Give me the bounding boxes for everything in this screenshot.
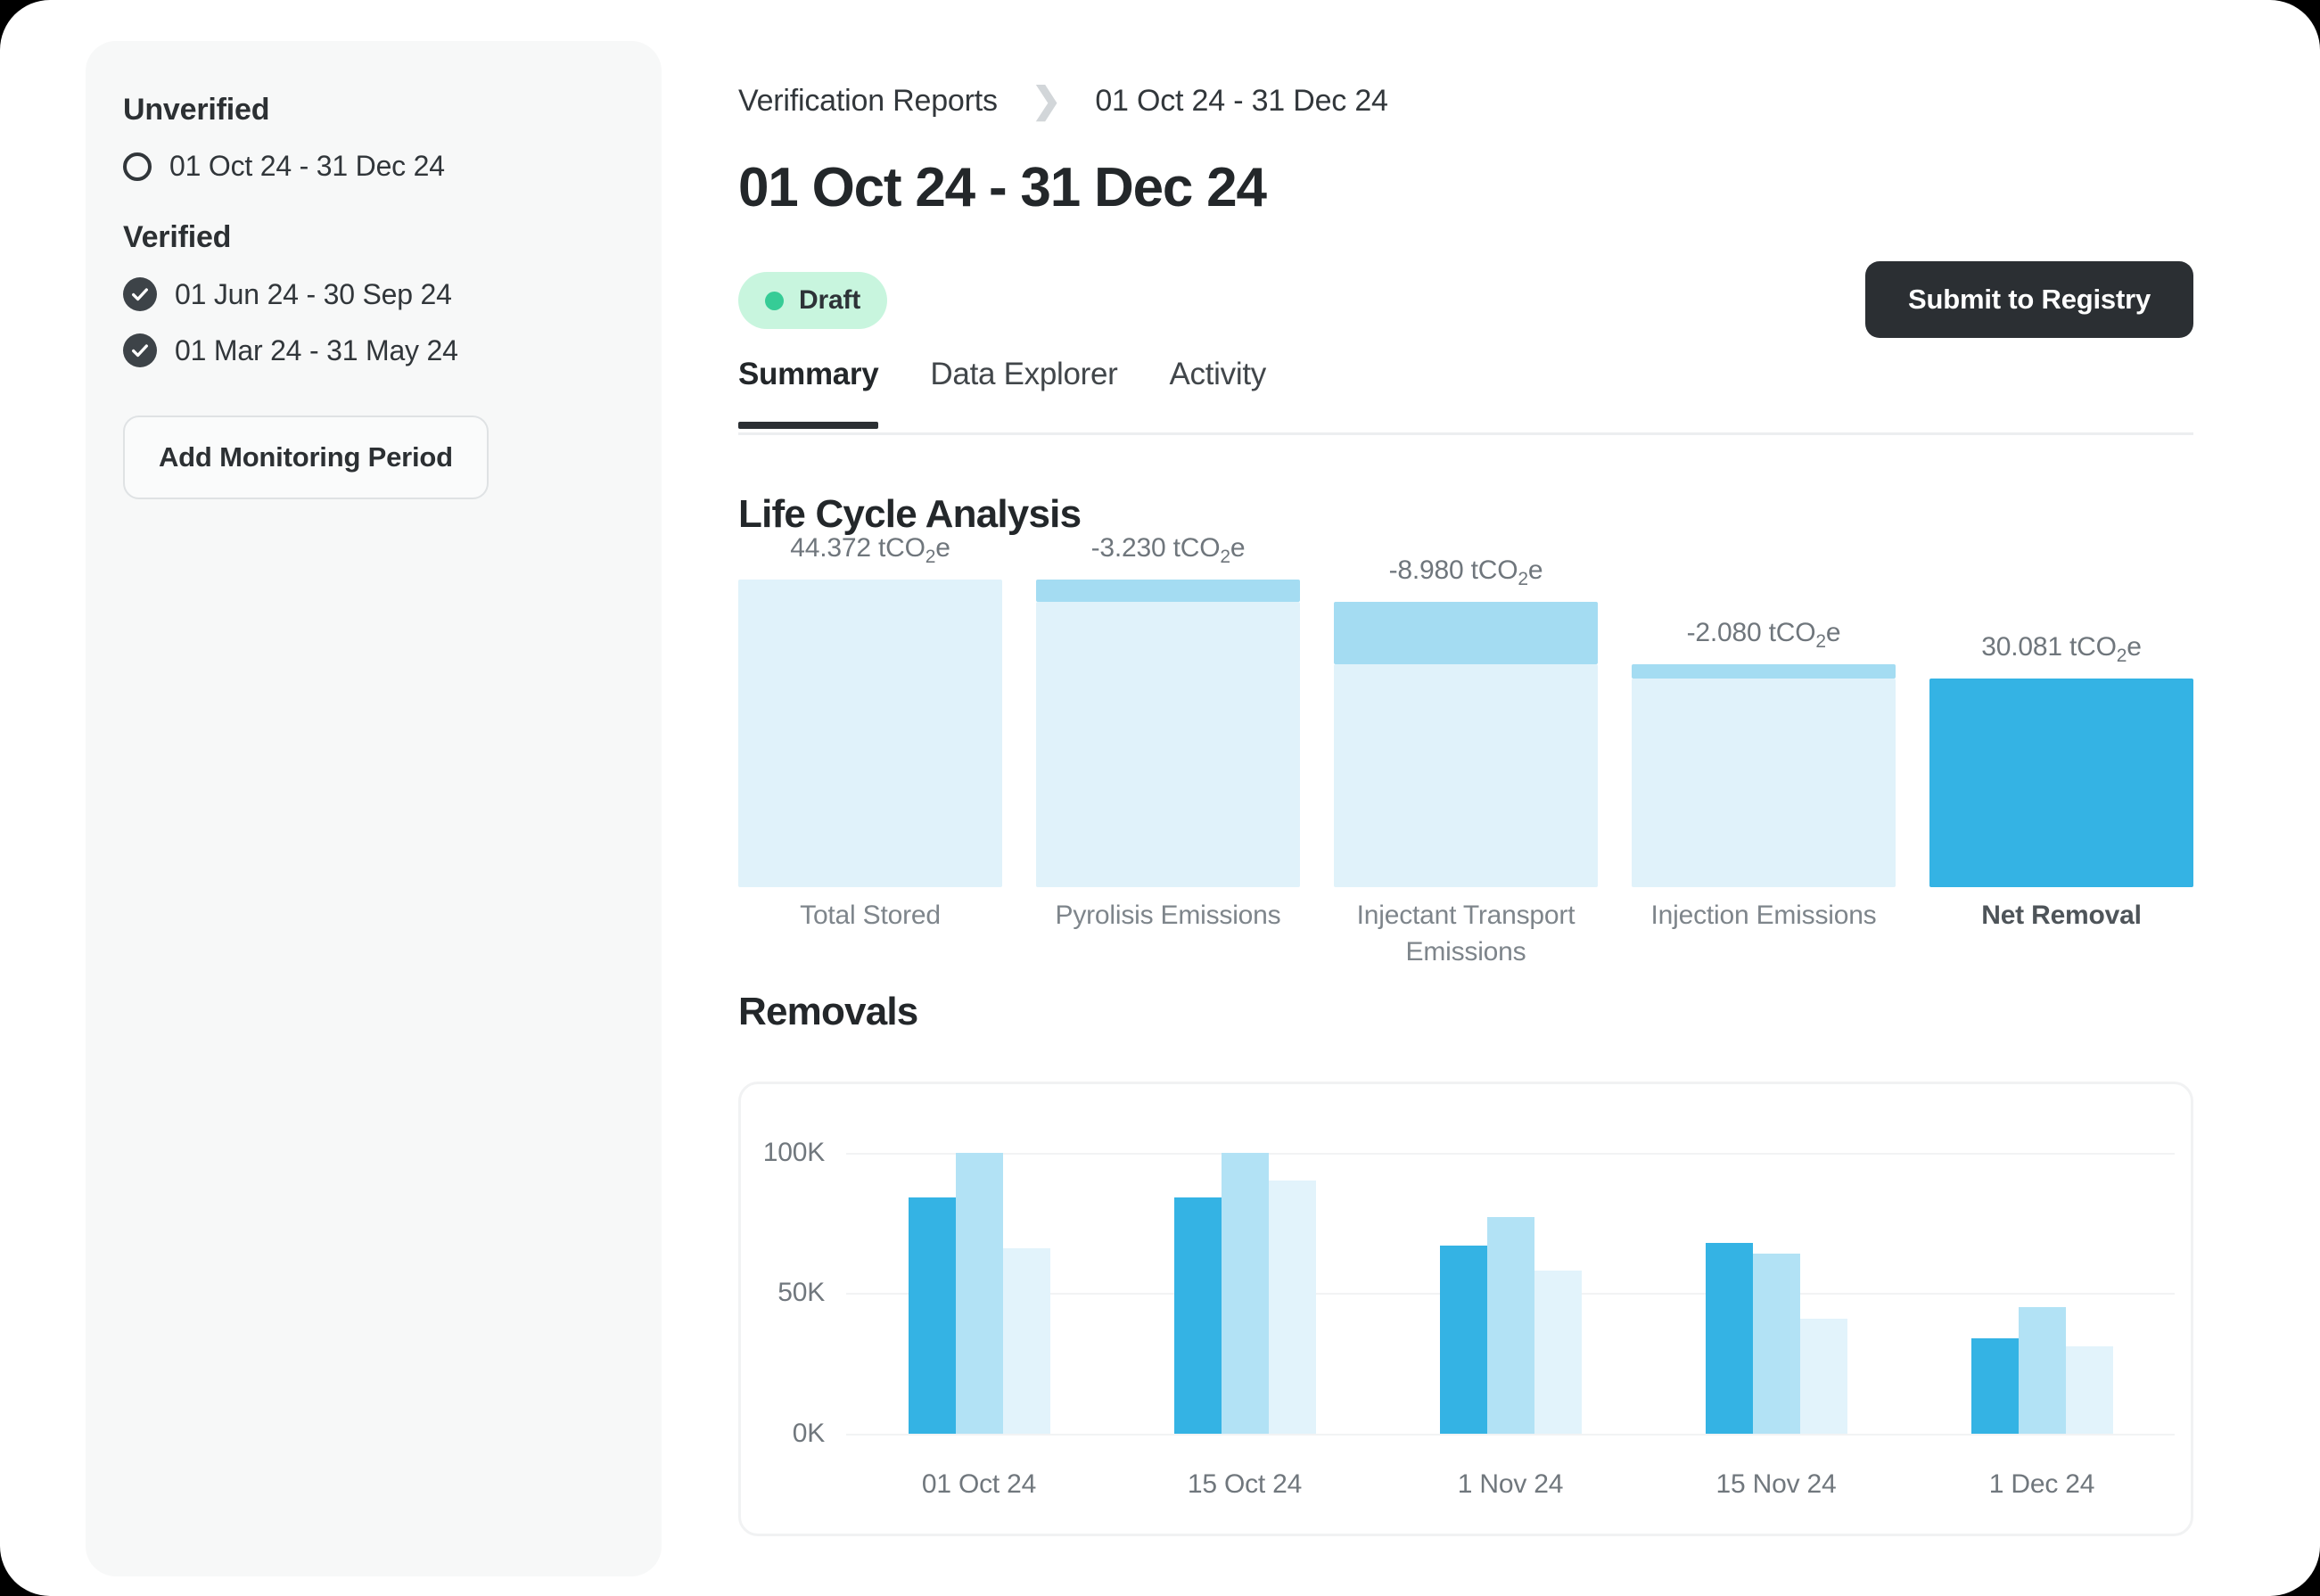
waterfall-value-label: -8.980 tCO2e (1388, 555, 1543, 590)
removals-bar[interactable] (1221, 1152, 1269, 1434)
removals-bar[interactable] (1705, 1242, 1753, 1434)
check-circle-icon (123, 277, 157, 311)
add-monitoring-period-button[interactable]: Add Monitoring Period (123, 415, 489, 499)
removals-bar-group: 1 Dec 24 (1909, 1124, 2175, 1499)
waterfall-bar-total (738, 580, 1002, 887)
app-window: Unverified 01 Oct 24 - 31 Dec 24 Verifie… (0, 0, 2320, 1596)
removals-bar[interactable] (1173, 1197, 1222, 1434)
status-dot-icon (765, 291, 784, 310)
waterfall-value-label: 30.081 tCO2e (1981, 632, 2142, 667)
removals-bar-group: 15 Oct 24 (1112, 1124, 1378, 1499)
waterfall-bar-delta (1632, 663, 1896, 679)
waterfall-bar-remainder (1036, 602, 1300, 887)
monitoring-period-label: 01 Oct 24 - 31 Dec 24 (169, 150, 445, 182)
waterfall-value-label: -2.080 tCO2e (1686, 617, 1841, 652)
removals-bar-group: 01 Oct 24 (846, 1124, 1112, 1499)
y-axis-tick-label: 0K (792, 1419, 825, 1448)
breadcrumb: Verification Reports ❯ 01 Oct 24 - 31 De… (738, 83, 1388, 119)
sidebar-item-verified-1[interactable]: 01 Mar 24 - 31 May 24 (86, 333, 662, 367)
breadcrumb-item-current[interactable]: 01 Oct 24 - 31 Dec 24 (1095, 84, 1388, 119)
main-content: Verification Reports ❯ 01 Oct 24 - 31 De… (738, 0, 2320, 1596)
x-axis-tick-label: 15 Nov 24 (1715, 1469, 1837, 1499)
life-cycle-analysis-title: Life Cycle Analysis (738, 492, 1082, 536)
check-circle-icon (123, 333, 157, 367)
removals-bar[interactable] (1799, 1318, 1847, 1434)
x-axis-tick-label: 01 Oct 24 (921, 1469, 1037, 1499)
waterfall-column: -2.080 tCO2e Injection Emissions (1632, 580, 1896, 930)
waterfall-category-label: Pyrolisis Emissions (1055, 901, 1281, 930)
tab-activity[interactable]: Activity (1170, 357, 1267, 426)
waterfall-category-label: Injectant Transport Emissions (1356, 901, 1575, 967)
waterfall-column: -8.980 tCO2e Injectant Transport Emission… (1334, 555, 1598, 967)
removals-bar[interactable] (1268, 1181, 1316, 1434)
waterfall-column: 44.372 tCO2e Total Stored (738, 533, 1002, 930)
removals-bar[interactable] (955, 1152, 1003, 1434)
waterfall-bar-remainder (1334, 663, 1598, 887)
removals-bar[interactable] (1002, 1247, 1050, 1434)
tab-data-explorer[interactable]: Data Explorer (930, 357, 1117, 426)
verified-heading: Verified (123, 220, 232, 254)
waterfall-bar-net (1929, 679, 2193, 887)
removals-bar-group: 15 Nov 24 (1643, 1124, 1909, 1499)
submit-to-registry-button[interactable]: Submit to Registry (1865, 261, 2193, 338)
monitoring-periods-sidebar: Unverified 01 Oct 24 - 31 Dec 24 Verifie… (86, 41, 662, 1576)
removals-bar[interactable] (2065, 1346, 2113, 1434)
status-badge: Draft (738, 272, 888, 329)
removals-title: Removals (738, 990, 918, 1033)
waterfall-column: -3.230 tCO2e Pyrolisis Emissions (1036, 533, 1300, 930)
removals-bar[interactable] (1439, 1245, 1487, 1434)
gridline (846, 1434, 2175, 1436)
removals-bar[interactable] (1534, 1271, 1582, 1434)
sidebar-item-verified-0[interactable]: 01 Jun 24 - 30 Sep 24 (86, 277, 662, 311)
monitoring-period-label: 01 Jun 24 - 30 Sep 24 (175, 277, 452, 310)
tab-summary[interactable]: Summary (738, 357, 879, 429)
x-axis-tick-label: 1 Dec 24 (1988, 1469, 2095, 1499)
removals-bar[interactable] (1486, 1217, 1534, 1434)
waterfall-bar-delta (1334, 602, 1598, 664)
chevron-right-icon: ❯ (1031, 81, 1062, 120)
tab-bar: Summary Data Explorer Activity (738, 357, 2193, 435)
circle-unchecked-icon (123, 152, 152, 181)
waterfall-value-label: -3.230 tCO2e (1090, 533, 1246, 567)
waterfall-category-label: Net Removal (1981, 901, 2142, 930)
waterfall-bar-delta (1036, 580, 1300, 603)
waterfall-category-label: Total Stored (800, 901, 941, 930)
removals-bar-chart: 100K 50K 0K 01 Oct 24 15 Oct 24 1 Nov 24 15 No… (738, 1082, 2193, 1536)
monitoring-period-label: 01 Mar 24 - 31 May 24 (175, 333, 458, 366)
removals-bar-group: 1 Nov 24 (1378, 1124, 1643, 1499)
x-axis-tick-label: 1 Nov 24 (1457, 1469, 1564, 1499)
breadcrumb-item-reports[interactable]: Verification Reports (738, 84, 998, 119)
removals-plot-area: 100K 50K 0K 01 Oct 24 15 Oct 24 1 Nov 24 15 No… (763, 1124, 2175, 1499)
removals-bar[interactable] (1752, 1254, 1800, 1434)
sidebar-item-unverified-0[interactable]: 01 Oct 24 - 31 Dec 24 (86, 150, 662, 183)
y-axis-tick-label: 100K (762, 1137, 825, 1167)
removals-bar[interactable] (908, 1197, 956, 1434)
x-axis-tick-label: 15 Oct 24 (1187, 1469, 1303, 1499)
page-title: 01 Oct 24 - 31 Dec 24 (738, 157, 1267, 218)
life-cycle-analysis-waterfall-chart: 44.372 tCO2e Total Stored -3.230 tCO2e Pyro… (738, 533, 2193, 967)
status-badge-label: Draft (799, 285, 861, 315)
unverified-heading: Unverified (123, 93, 270, 127)
y-axis-tick-label: 50K (777, 1278, 825, 1308)
waterfall-value-label: 44.372 tCO2e (790, 533, 950, 567)
waterfall-bar-remainder (1632, 679, 1896, 887)
waterfall-category-label: Injection Emissions (1650, 901, 1877, 930)
removals-bar[interactable] (2018, 1307, 2066, 1434)
removals-bar[interactable] (1970, 1337, 2019, 1434)
waterfall-column: 30.081 tCO2e Net Removal (1929, 580, 2193, 930)
